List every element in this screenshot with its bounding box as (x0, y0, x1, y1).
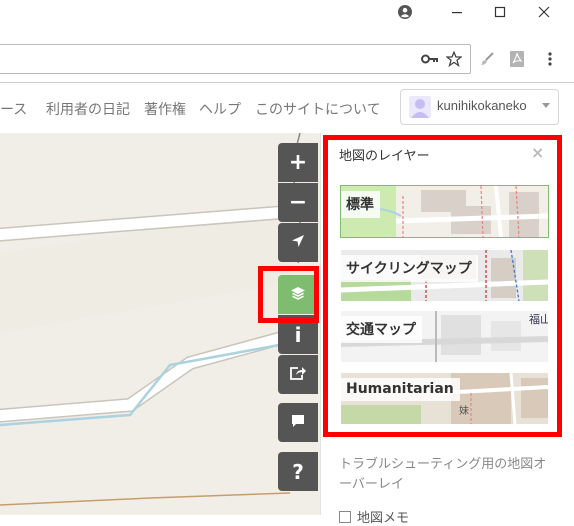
more-vert-icon[interactable] (540, 49, 560, 69)
account-circle-icon[interactable] (385, 0, 425, 24)
layer-label: 標準 (341, 191, 380, 218)
address-bar (0, 38, 574, 83)
chevron-down-icon (542, 103, 550, 108)
locate-button[interactable] (278, 223, 318, 262)
nav-link-help[interactable]: ヘルプ (199, 99, 241, 119)
close-icon[interactable] (524, 0, 564, 24)
layer-option-humanitarian[interactable]: 妹 Humanitarian (341, 373, 548, 424)
pdf-icon[interactable] (507, 49, 527, 69)
key-icon[interactable] (420, 49, 440, 69)
zoom-out-button[interactable]: − (278, 183, 318, 222)
layer-label: 交通マップ (341, 316, 422, 343)
map-canvas[interactable] (0, 133, 320, 515)
query-button[interactable]: ? (278, 452, 318, 491)
layers-button[interactable] (278, 275, 318, 314)
window-titlebar (0, 0, 574, 38)
map-text: 福山 (529, 312, 548, 326)
layer-label: Humanitarian (341, 378, 460, 401)
nav-link-copyright[interactable]: 著作権 (144, 99, 186, 119)
brush-icon[interactable] (477, 49, 497, 69)
nav-link-about[interactable]: このサイトについて (255, 99, 381, 119)
share-button[interactable] (278, 355, 318, 394)
zoom-in-button[interactable]: + (278, 143, 318, 182)
nav-link-history[interactable]: ース (0, 99, 27, 119)
maximize-icon[interactable] (480, 0, 520, 24)
note-button[interactable] (278, 403, 318, 442)
overlay-checkbox[interactable] (339, 511, 351, 523)
overlay-item-notes[interactable]: 地図メモ (339, 507, 409, 526)
layer-option-standard[interactable]: 標準 (340, 185, 549, 238)
overlay-heading: トラブルシューティング用の地図オーバーレイ (339, 457, 547, 492)
nav-link-diary[interactable]: 利用者の日記 (46, 99, 130, 119)
avatar (409, 96, 431, 118)
url-input[interactable] (0, 44, 471, 74)
share-icon (289, 365, 307, 385)
layers-panel: 地図のレイヤー × 標準 サイクリングマップ 福山 交通マップ 妹 Humani… (320, 133, 574, 526)
close-icon[interactable]: × (531, 143, 544, 162)
layer-option-transport[interactable]: 福山 交通マップ (341, 311, 548, 362)
location-arrow-icon (291, 233, 305, 252)
map-text: 妹 (459, 405, 469, 417)
user-menu-button[interactable]: kunihikokaneko (400, 89, 559, 125)
layers-icon (290, 285, 306, 305)
layer-option-cycle[interactable]: サイクリングマップ (341, 250, 548, 301)
comment-icon (291, 413, 305, 432)
username: kunihikokaneko (437, 98, 527, 113)
panel-title: 地図のレイヤー (339, 149, 430, 164)
star-icon[interactable] (444, 49, 464, 69)
info-button[interactable]: i (278, 315, 318, 354)
minimize-icon[interactable] (437, 0, 477, 24)
site-header: ース 利用者の日記 著作権 ヘルプ このサイトについて kunihikokane… (0, 83, 574, 133)
overlay-item-label: 地図メモ (357, 511, 410, 526)
layer-label: サイクリングマップ (341, 255, 478, 282)
